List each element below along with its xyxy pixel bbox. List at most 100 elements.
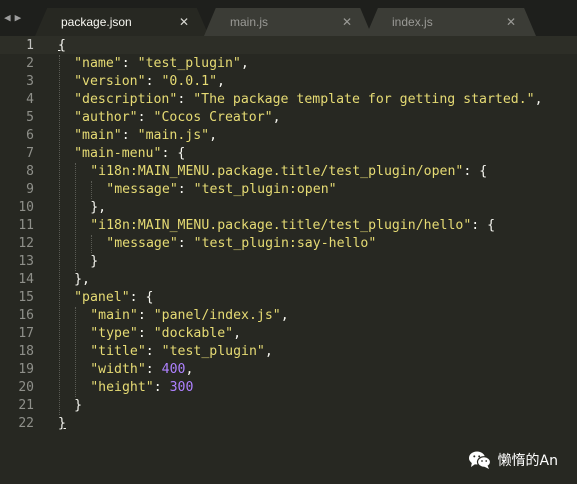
code-token: 300 <box>169 380 194 395</box>
code-text: "message": "test_plugin:open" <box>106 181 336 199</box>
tab-label: index.js <box>392 15 433 29</box>
tab-nav: ◀ ▶ <box>4 8 21 28</box>
tab-package-json[interactable]: package.json ✕ <box>35 8 209 36</box>
code-token: "Cocos Creator" <box>153 110 273 125</box>
line-number: 5 <box>26 110 34 125</box>
code-token: : <box>137 110 154 125</box>
code-token: "message" <box>106 236 178 251</box>
watermark: 懒惰的An <box>468 450 558 470</box>
code-token: "test_plugin" <box>137 56 241 71</box>
code-token: "main-menu" <box>74 146 162 161</box>
code-token: "test_plugin" <box>161 344 265 359</box>
line-number: 6 <box>26 128 34 143</box>
code-token: "The package template for getting starte… <box>193 92 535 107</box>
code-line: 19 "width": 400, <box>0 361 577 379</box>
code-line: 6 "main": "main.js", <box>0 127 577 145</box>
code-token: "author" <box>74 110 138 125</box>
code-token: "dockable" <box>153 326 234 341</box>
wechat-icon <box>468 451 491 469</box>
code-token: : <box>177 236 194 251</box>
code-token: } <box>58 416 66 431</box>
code-token: , <box>240 56 249 71</box>
line-number: 12 <box>18 236 34 251</box>
code-line: 5 "author": "Cocos Creator", <box>0 109 577 127</box>
code-line: 7 "main-menu": { <box>0 145 577 163</box>
forward-arrow-icon[interactable]: ▶ <box>15 8 22 28</box>
code-line: 2 "name": "test_plugin", <box>0 55 577 73</box>
code-token: : { <box>471 218 496 233</box>
code-token: , <box>264 344 273 359</box>
code-text: } <box>74 397 82 415</box>
close-icon[interactable]: ✕ <box>179 8 189 36</box>
tab-bar: ◀ ▶ package.json ✕ main.js ✕ index.js ✕ <box>0 0 577 36</box>
line-number: 11 <box>18 218 34 233</box>
code-line: 8 "i18n:MAIN_MENU.package.title/test_plug… <box>0 163 577 181</box>
line-number: 21 <box>18 398 34 413</box>
tab-label: main.js <box>230 15 269 29</box>
code-token: "title" <box>90 344 146 359</box>
code-text: "main": "main.js", <box>74 127 217 145</box>
code-token: , <box>233 326 242 341</box>
code-line: 21} <box>0 397 577 415</box>
code-token: , <box>280 308 289 323</box>
line-number: 16 <box>18 308 34 323</box>
tab-index-js[interactable]: index.js ✕ <box>366 8 536 36</box>
line-number: 22 <box>18 416 34 431</box>
code-token: : <box>121 56 138 71</box>
code-token: , <box>534 92 543 107</box>
code-token: : <box>145 344 162 359</box>
line-number: 9 <box>26 182 34 197</box>
code-token: : <box>177 92 194 107</box>
line-number: 20 <box>18 380 34 395</box>
code-text: }, <box>74 271 90 289</box>
code-token: "height" <box>90 380 154 395</box>
line-number: 13 <box>18 254 34 269</box>
line-number: 15 <box>18 290 34 305</box>
code-text: "version": "0.0.1", <box>74 73 225 91</box>
close-icon[interactable]: ✕ <box>342 8 352 36</box>
code-text: "panel": { <box>74 289 153 307</box>
code-token: , <box>209 128 218 143</box>
code-token: , <box>272 110 281 125</box>
close-icon[interactable]: ✕ <box>506 8 516 36</box>
code-token: : <box>145 362 162 377</box>
code-editor[interactable]: 1{2 "name": "test_plugin", 3 "version": "0.… <box>0 36 577 484</box>
code-line: 16 "main": "panel/index.js", <box>0 307 577 325</box>
code-line: 1{ <box>0 37 577 55</box>
line-number: 1 <box>26 38 34 53</box>
back-arrow-icon[interactable]: ◀ <box>4 8 11 28</box>
code-token: "description" <box>74 92 178 107</box>
code-token: "i18n:MAIN_MENU.package.title/test_plugi… <box>90 218 472 233</box>
code-text: }, <box>90 199 106 217</box>
code-text: "description": "The package template for… <box>74 91 542 109</box>
tab-main-js[interactable]: main.js ✕ <box>204 8 372 36</box>
tab-label: package.json <box>61 15 132 29</box>
code-token: : <box>121 128 138 143</box>
code-token: "0.0.1" <box>161 74 218 89</box>
code-token: : <box>137 308 154 323</box>
code-token: "test_plugin:say-hello" <box>193 236 377 251</box>
line-number: 7 <box>26 146 34 161</box>
code-token: }, <box>74 272 90 287</box>
code-text: "author": "Cocos Creator", <box>74 109 280 127</box>
code-token: : <box>137 326 154 341</box>
editor-window: ◀ ▶ package.json ✕ main.js ✕ index.js ✕ … <box>0 0 577 484</box>
code-token: "panel/index.js" <box>153 308 281 323</box>
code-token: "i18n:MAIN_MENU.package.title/test_plugi… <box>90 164 464 179</box>
line-number: 8 <box>26 164 34 179</box>
code-token: "main.js" <box>137 128 210 143</box>
code-text: "width": 400, <box>90 361 193 379</box>
code-token: "panel" <box>74 290 130 305</box>
line-number: 3 <box>26 74 34 89</box>
line-number: 2 <box>26 56 34 71</box>
code-token: , <box>185 362 194 377</box>
code-line: 9 "message": "test_plugin:open" <box>0 181 577 199</box>
code-token: } <box>74 398 83 413</box>
line-number: 4 <box>26 92 34 107</box>
code-text: "i18n:MAIN_MENU.package.title/test_plugi… <box>90 217 495 235</box>
code-token: : { <box>161 146 186 161</box>
code-token: : <box>177 182 194 197</box>
code-line: 3 "version": "0.0.1", <box>0 73 577 91</box>
code-token: "main" <box>74 128 122 143</box>
code-line: 11 "i18n:MAIN_MENU.package.title/test_plu… <box>0 217 577 235</box>
